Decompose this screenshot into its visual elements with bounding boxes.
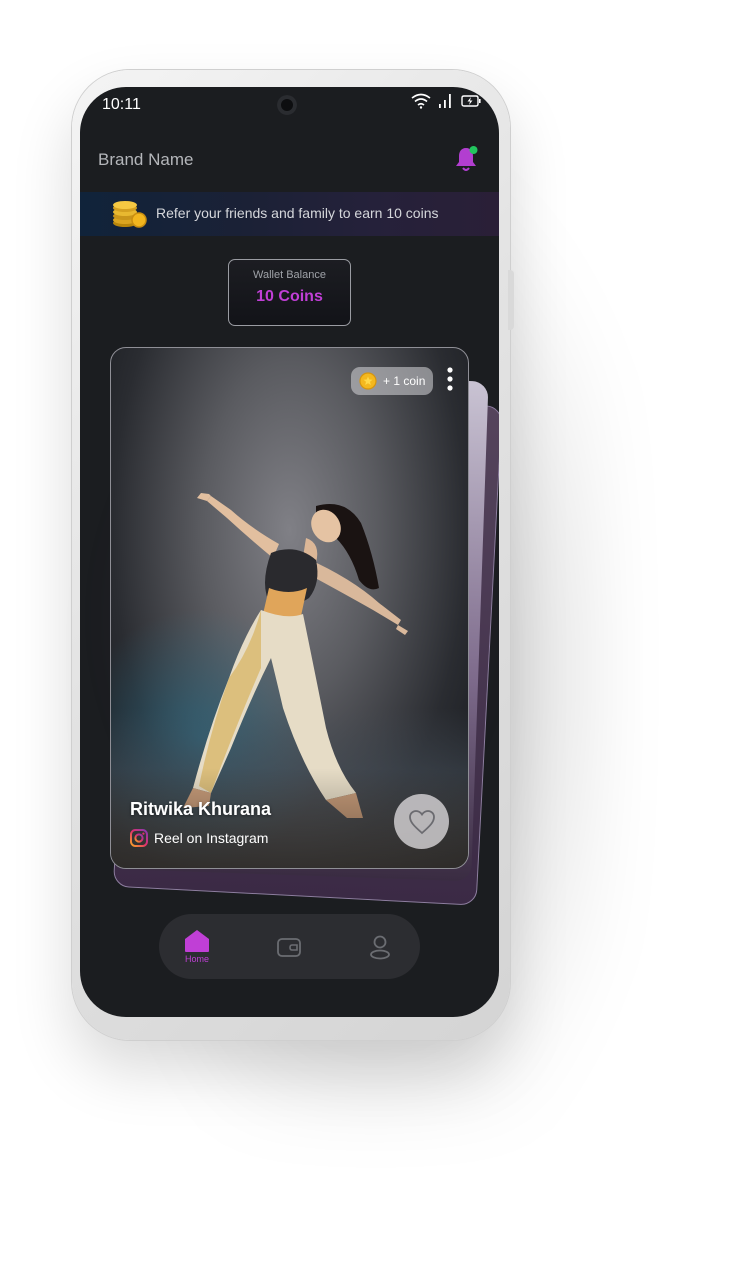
home-icon [185, 930, 209, 952]
phone-screen: 10:11 Brand Name Refer your friends and … [80, 87, 499, 1017]
notification-dot [469, 146, 478, 154]
front-camera [277, 95, 297, 115]
reel-card[interactable]: + 1 coin Ritwika Khurana Reel on Instagr… [110, 347, 469, 869]
battery-icon [461, 95, 481, 107]
coins-icon [113, 201, 147, 228]
wallet-balance-box[interactable]: Wallet Balance 10 Coins [228, 259, 351, 326]
wifi-icon [411, 93, 431, 109]
like-button[interactable] [394, 794, 449, 849]
reward-chip: + 1 coin [351, 367, 433, 395]
status-time: 10:11 [102, 96, 141, 113]
wallet-icon [277, 937, 301, 957]
more-icon[interactable] [445, 366, 455, 392]
wallet-value: 10 Coins [256, 288, 323, 305]
refer-banner[interactable]: Refer your friends and family to earn 10… [80, 192, 499, 236]
reward-text: + 1 coin [383, 374, 426, 388]
instagram-icon [130, 829, 148, 847]
nav-wallet[interactable] [267, 914, 311, 979]
bell-icon[interactable] [453, 145, 479, 173]
nav-home-label: Home [184, 954, 209, 964]
status-icons [411, 93, 481, 109]
brand-name[interactable]: Brand Name [98, 150, 193, 170]
dancer-photo [111, 493, 468, 868]
heart-icon [408, 809, 435, 834]
signal-icon [439, 94, 451, 108]
nav-home[interactable]: Home [175, 914, 219, 979]
coin-icon [359, 372, 377, 390]
source-text: Reel on Instagram [154, 830, 269, 846]
creator-name[interactable]: Ritwika Khurana [130, 799, 271, 820]
mockup-stage: 10:11 Brand Name Refer your friends and … [0, 0, 743, 1271]
wallet-label: Wallet Balance [253, 269, 326, 281]
bottom-nav: Home [159, 914, 420, 979]
refer-text: Refer your friends and family to earn 10… [156, 205, 439, 221]
profile-icon [370, 935, 390, 959]
nav-profile[interactable] [358, 914, 402, 979]
phone-side-button [508, 270, 514, 330]
source-row[interactable]: Reel on Instagram [130, 829, 268, 847]
